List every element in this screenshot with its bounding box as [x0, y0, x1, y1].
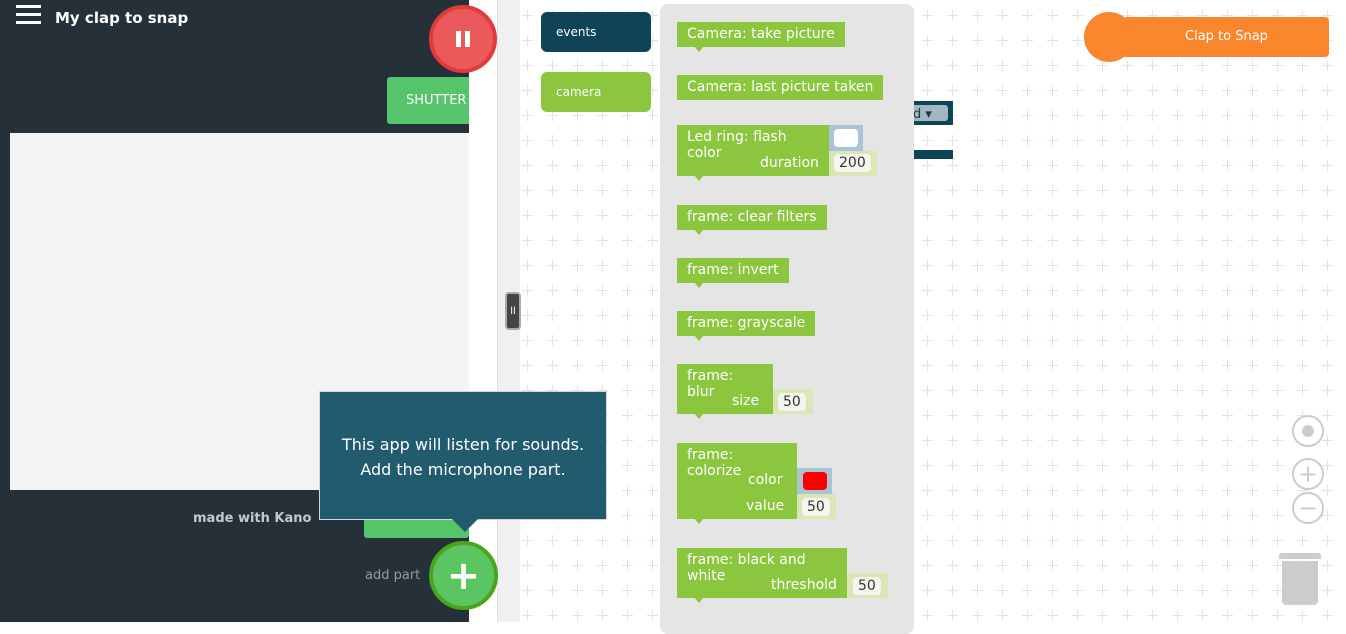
color-label: color: [748, 472, 783, 488]
zoom-in-icon[interactable]: +: [1292, 458, 1324, 490]
block-clear-filters[interactable]: frame: clear filters: [677, 205, 827, 235]
add-part-button[interactable]: +: [429, 541, 498, 610]
target-icon[interactable]: [1292, 415, 1324, 447]
colorize-color-swatch[interactable]: [803, 472, 827, 490]
event-block-clap-to-snap[interactable]: Clap to Snap: [1122, 17, 1329, 57]
category-events[interactable]: events: [541, 12, 651, 52]
threshold-label: threshold: [771, 577, 837, 593]
size-label: size: [732, 393, 760, 409]
duration-input[interactable]: 200: [834, 154, 871, 172]
add-part-label: add part: [365, 568, 421, 583]
category-camera[interactable]: camera: [541, 72, 651, 112]
zoom-out-icon[interactable]: −: [1292, 492, 1324, 524]
resize-handle[interactable]: ll: [505, 292, 521, 330]
duration-label: duration: [760, 155, 819, 171]
block-take-picture[interactable]: Camera: take picture: [677, 22, 845, 52]
block-invert[interactable]: frame: invert: [677, 258, 789, 288]
tooltip-line: This app will listen for sounds.: [341, 435, 585, 454]
hamburger-icon[interactable]: [16, 5, 41, 25]
led-color-swatch[interactable]: [834, 129, 858, 147]
app-title: My clap to snap: [55, 9, 189, 27]
tooltip: This app will listen for sounds. Add the …: [319, 391, 607, 532]
pause-icon: [456, 31, 461, 47]
value-label: value: [746, 498, 785, 514]
threshold-input[interactable]: 50: [853, 577, 881, 595]
trash-icon[interactable]: [1279, 551, 1321, 605]
blur-size-input[interactable]: 50: [778, 393, 806, 411]
pause-button[interactable]: [429, 5, 497, 73]
tooltip-line: Add the microphone part.: [360, 460, 566, 479]
block-last-picture[interactable]: Camera: last picture taken: [677, 75, 884, 100]
shutter-button[interactable]: SHUTTER: [387, 77, 469, 124]
colorize-value-input[interactable]: 50: [802, 498, 830, 516]
plus-icon: +: [446, 552, 481, 599]
block-grayscale[interactable]: frame: grayscale: [677, 311, 816, 341]
made-with-kano: made with Kano: [193, 511, 312, 526]
